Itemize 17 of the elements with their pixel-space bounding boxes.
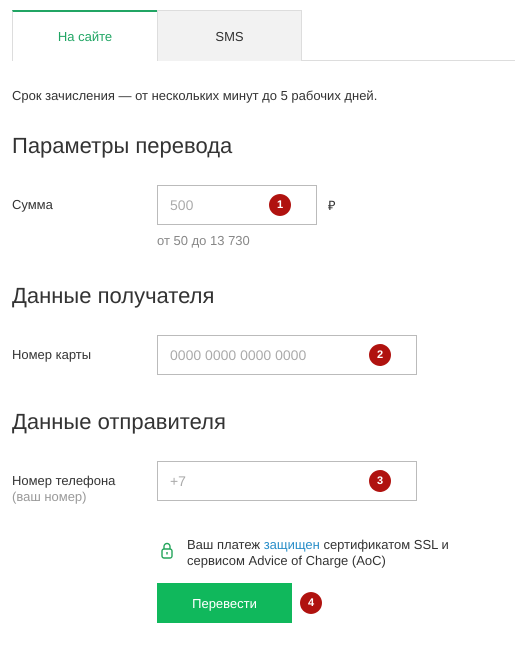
currency-sign: ₽	[328, 197, 336, 214]
section-heading: Данные получателя	[12, 282, 216, 310]
transfer-button[interactable]: Перевести	[157, 583, 292, 623]
section-heading: Данные отправителя	[12, 408, 227, 436]
section-heading: Параметры перевода	[12, 132, 234, 160]
field-label: Номер телефона	[12, 473, 116, 489]
security-link[interactable]: защищен	[264, 537, 320, 552]
tab[interactable]: На сайте	[12, 10, 157, 61]
field-label: Сумма	[12, 197, 54, 213]
number-badge: 4	[300, 592, 322, 614]
security-note: Ваш платеж защищен сертификатом SSL и сервисом Advice of Charge (AoC)	[187, 537, 449, 569]
field-hint: от 50 до 13 730	[157, 233, 251, 249]
notice-text: Срок зачисления — от нескольких минут до 5 рабочих дней.	[12, 88, 378, 104]
lock-icon	[161, 542, 173, 559]
tab[interactable]: SMS	[157, 10, 302, 61]
field-label: Номер карты	[12, 347, 92, 363]
field-sublabel: (ваш номер)	[12, 489, 88, 505]
